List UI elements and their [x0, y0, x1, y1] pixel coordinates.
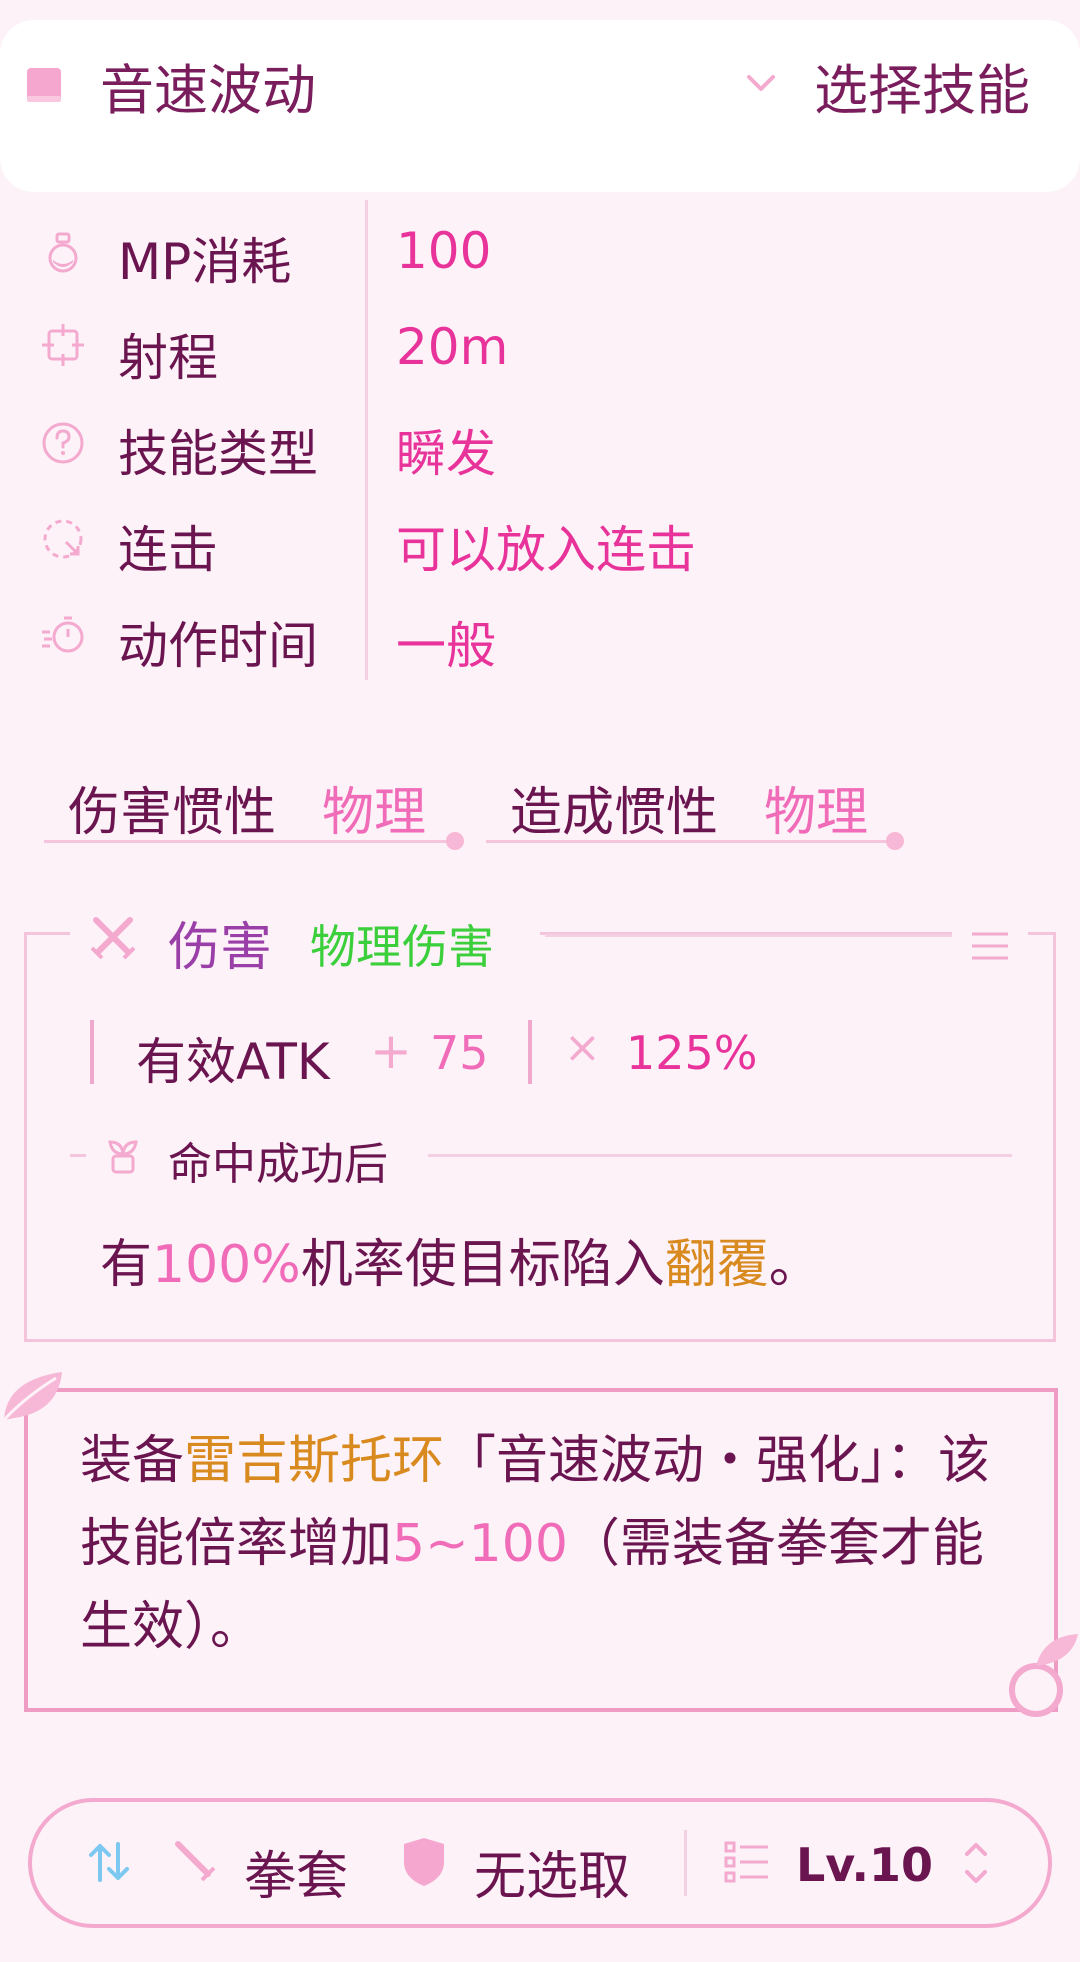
cause-inertia-underline	[486, 840, 894, 843]
hit-effect-text: 有100%机率使目标陷入翻覆。	[100, 1235, 821, 1295]
swap-arrows-icon[interactable]	[86, 1838, 132, 1886]
skill-type-label: 技能类型	[118, 425, 318, 483]
select-skill-button[interactable]: 选择技能	[814, 46, 1030, 125]
formula-multiplier: 125%	[626, 1026, 758, 1080]
formula-bar-left	[90, 1020, 94, 1084]
skill-type-value: 瞬发	[396, 425, 496, 483]
crossed-swords-icon	[90, 917, 136, 960]
book-icon	[27, 68, 61, 102]
formula-constant: 75	[430, 1026, 489, 1080]
info-divider	[365, 200, 368, 680]
formula-plus: +	[370, 1022, 412, 1080]
leaf-icon	[2, 1372, 62, 1422]
combo-icon	[43, 519, 83, 559]
action-time-value: 一般	[396, 617, 496, 675]
skill-name: 音速波动	[100, 59, 316, 122]
shield-icon	[404, 1838, 444, 1886]
sword-icon	[175, 1841, 216, 1882]
action-time-label: 动作时间	[118, 617, 318, 675]
crosshair-icon	[42, 324, 84, 366]
sprout-icon	[108, 1140, 138, 1174]
formula-times: ×	[564, 1022, 601, 1073]
mp-cost-label: MP消耗	[118, 233, 292, 291]
damage-type: 物理伤害	[310, 920, 494, 974]
on-hit-label: 命中成功后	[168, 1139, 388, 1190]
damage-inertia-value: 物理	[322, 783, 427, 843]
note-text: 装备雷吉斯托环「音速波动・强化」：该技能倍率增加5~100（需装备拳套才能生效）…	[80, 1431, 991, 1657]
menu-icon[interactable]	[968, 928, 1012, 964]
level-label: Lv.10	[796, 1838, 934, 1892]
timer-icon	[42, 616, 84, 653]
chevron-down-icon[interactable]	[744, 70, 778, 96]
weapon-type[interactable]: 拳套	[244, 1834, 348, 1909]
potion-icon	[48, 232, 78, 273]
damage-inertia-underline	[44, 840, 450, 843]
damage-header-line	[545, 934, 955, 937]
combo-value: 可以放入连击	[396, 521, 696, 579]
range-label: 射程	[118, 329, 218, 387]
cause-inertia-label: 造成惯性	[510, 783, 719, 843]
formula-bar-right	[528, 1020, 532, 1084]
cause-inertia-value: 物理	[764, 783, 869, 843]
cause-inertia-dot	[886, 832, 904, 850]
shield-selection[interactable]: 无选取	[474, 1834, 630, 1909]
question-icon	[42, 422, 84, 464]
formula-label: 有效ATK	[136, 1033, 330, 1091]
damage-inertia-label: 伤害惯性	[68, 783, 277, 843]
damage-inertia-dot	[446, 832, 464, 850]
mp-cost-value: 100	[396, 222, 492, 280]
level-stepper-icon[interactable]	[962, 1838, 990, 1888]
combo-label: 连击	[118, 521, 218, 579]
list-icon	[724, 1841, 768, 1883]
damage-title: 伤害	[168, 918, 273, 978]
range-value: 20m	[396, 318, 509, 376]
